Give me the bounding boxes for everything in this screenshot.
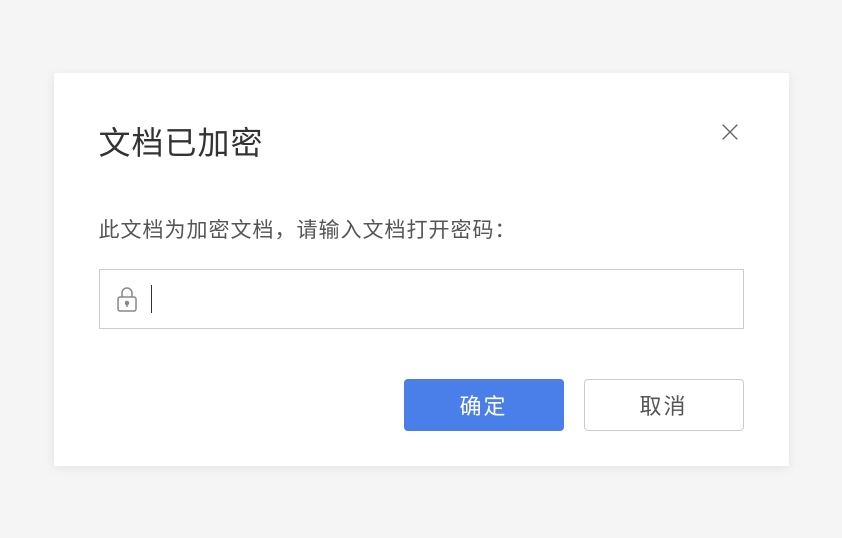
password-field-container[interactable] [99,269,744,329]
password-input[interactable] [152,270,728,328]
dialog-body: 此文档为加密文档，请输入文档打开密码： [99,214,744,329]
cancel-button[interactable]: 取消 [584,379,744,431]
close-icon [719,121,741,143]
confirm-button[interactable]: 确定 [404,379,564,431]
prompt-text: 此文档为加密文档，请输入文档打开密码： [99,214,744,244]
dialog-title: 文档已加密 [99,118,264,164]
dialog-footer: 确定 取消 [99,379,744,431]
password-dialog: 文档已加密 此文档为加密文档，请输入文档打开密码： 确定 [54,73,789,466]
lock-icon [115,285,139,313]
dialog-header: 文档已加密 [99,118,744,164]
close-button[interactable] [716,118,744,146]
